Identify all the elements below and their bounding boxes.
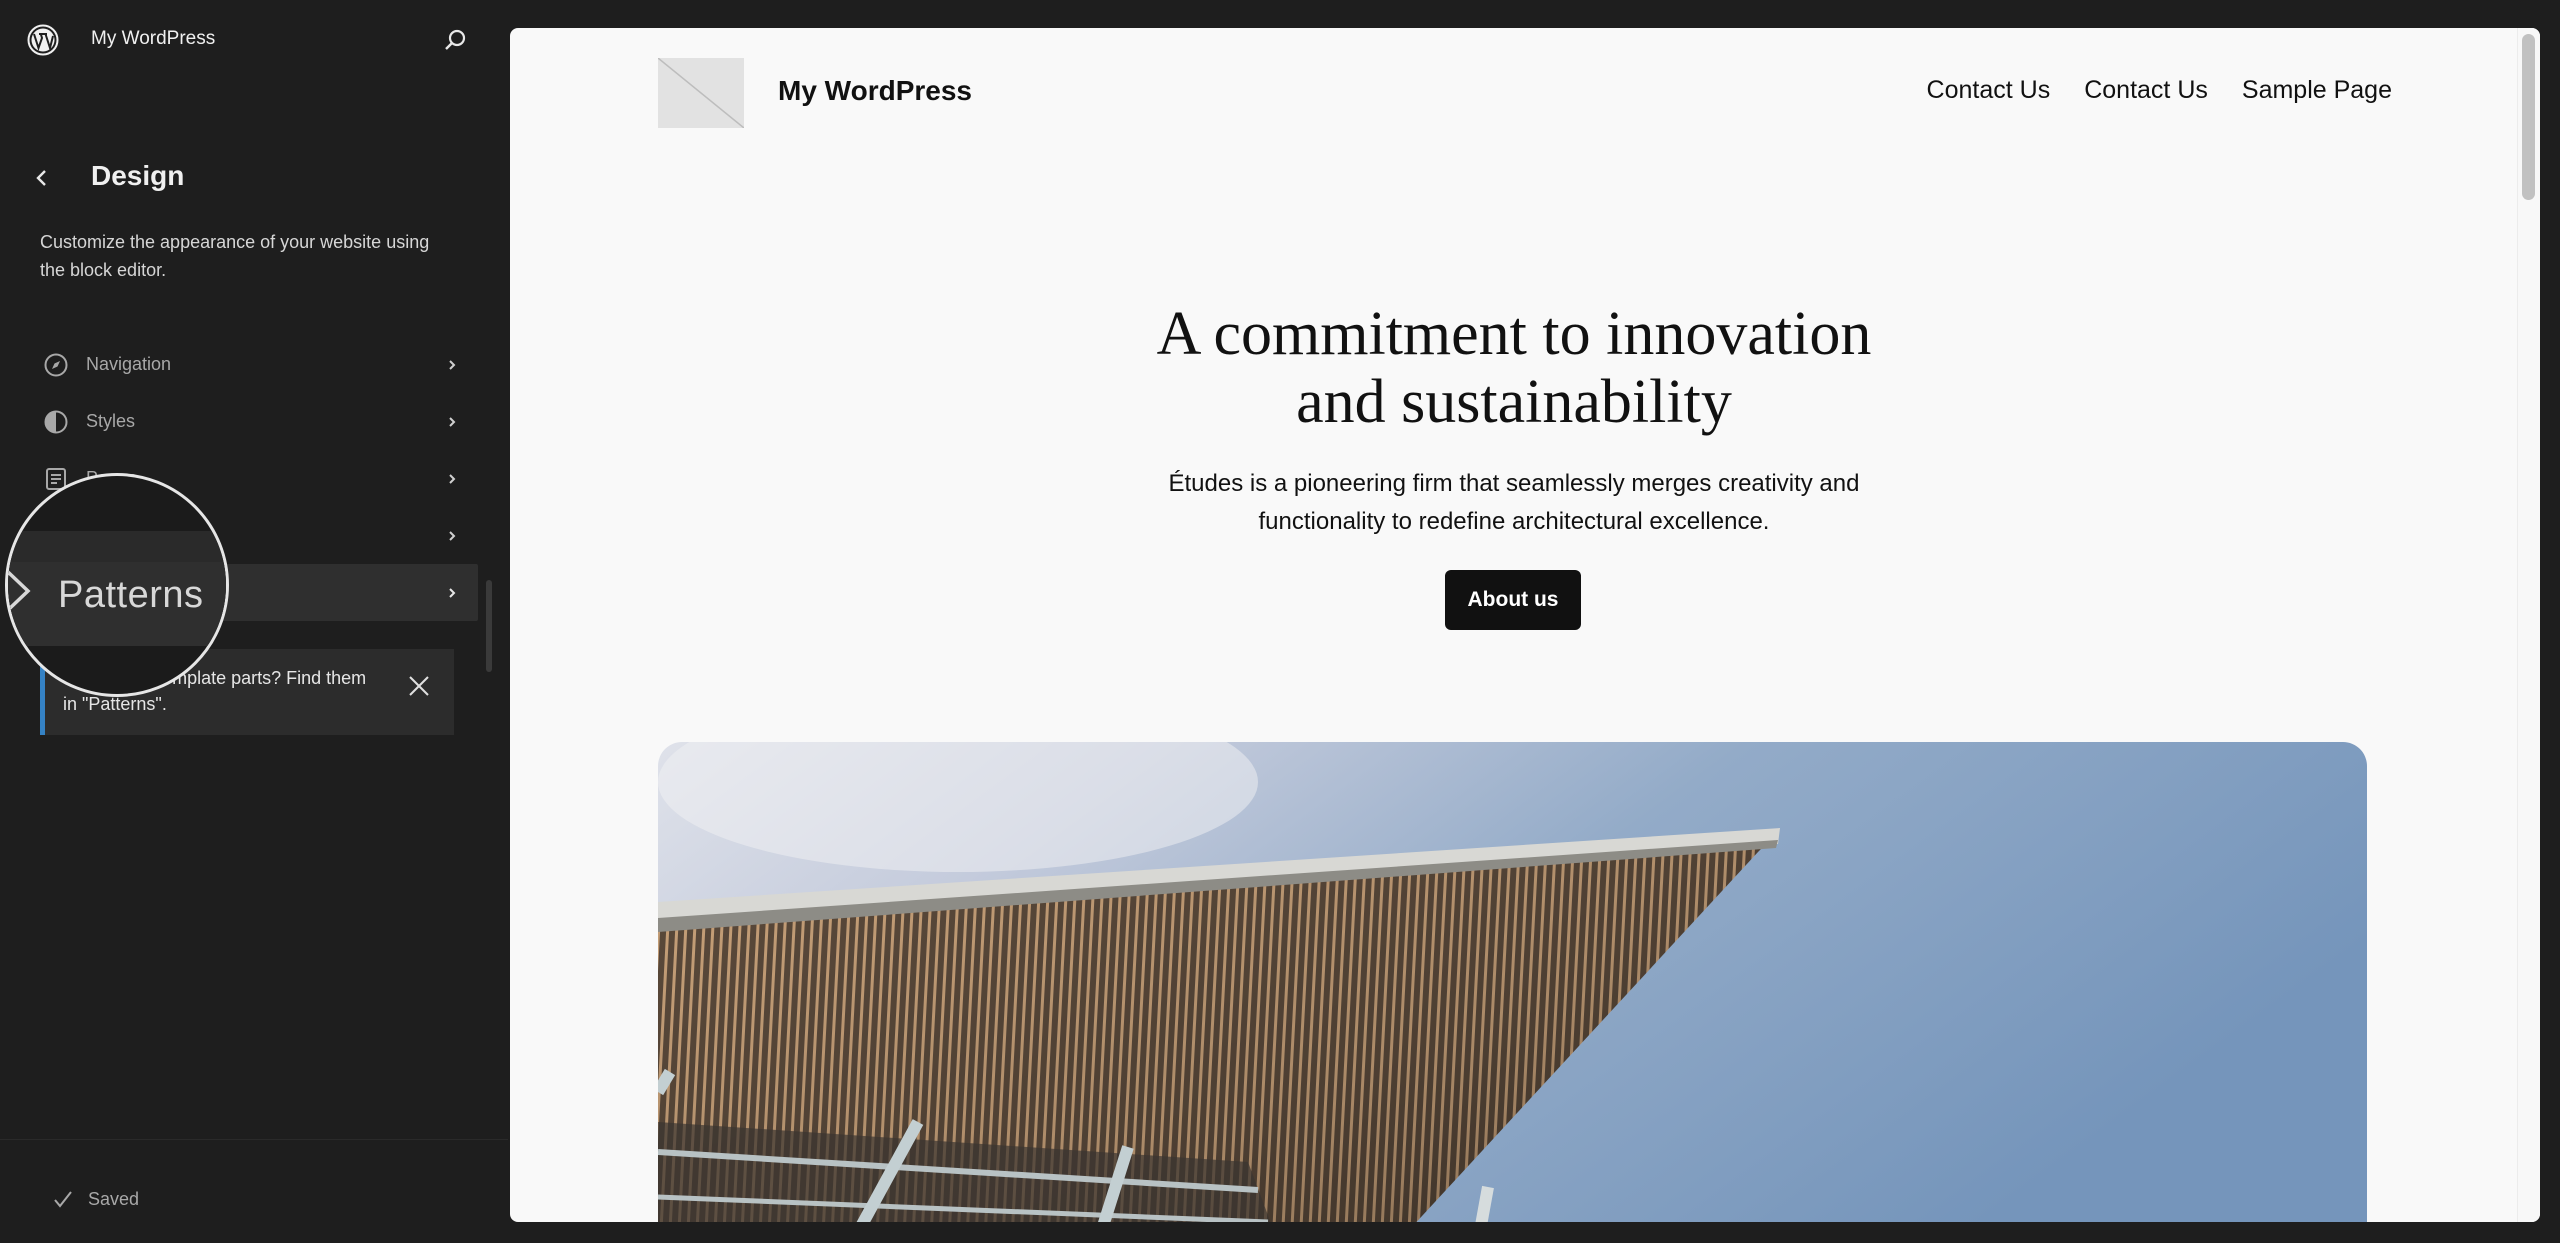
hero-paragraph-line-2: functionality to redefine architectural … <box>1258 508 1770 535</box>
sidebar-scrollbar[interactable] <box>486 580 492 672</box>
hero-building-image <box>658 742 2367 1222</box>
site-name[interactable]: My WordPress <box>91 28 215 50</box>
menu-item-label: Styles <box>86 411 136 431</box>
nav-link-contact-us[interactable]: Contact Us <box>1927 76 2051 105</box>
site-logo-placeholder[interactable] <box>658 58 744 128</box>
preview-scrollbar-thumb[interactable] <box>2522 34 2535 200</box>
placeholder-diagonal-icon <box>658 58 744 128</box>
close-icon[interactable] <box>406 673 432 699</box>
chevron-right-icon <box>449 416 456 427</box>
hero-paragraph: Études is a pioneering firm that seamles… <box>510 465 2518 541</box>
magnified-patterns-label: Patterns <box>58 574 204 616</box>
zoom-magnifier-overlay: Patterns <box>5 473 229 697</box>
site-preview-frame[interactable]: My WordPress Contact Us Contact Us Sampl… <box>510 28 2540 1222</box>
site-title[interactable]: My WordPress <box>778 75 972 107</box>
search-icon[interactable] <box>440 26 470 56</box>
sidebar-footer: Saved <box>0 1139 508 1243</box>
nav-link-sample-page[interactable]: Sample Page <box>2242 76 2392 105</box>
menu-item-styles[interactable]: Styles <box>30 393 478 450</box>
wordpress-logo-icon[interactable] <box>27 24 59 56</box>
menu-item-navigation[interactable]: Navigation <box>30 336 478 393</box>
sidebar-description: Customize the appearance of your website… <box>40 232 430 280</box>
navigation-compass-icon <box>44 353 68 376</box>
hero-heading-line-1: A commitment to innovation <box>1156 300 1872 368</box>
save-status: Saved <box>52 1188 139 1210</box>
preview-scrollbar-track[interactable] <box>2517 28 2540 1222</box>
chevron-right-icon <box>449 473 456 484</box>
chevron-right-icon <box>449 359 456 370</box>
sidebar-title: Design <box>91 160 185 191</box>
chevron-right-icon <box>449 587 456 598</box>
chevron-right-icon <box>449 530 456 541</box>
building-photo <box>658 742 2367 1222</box>
back-chevron-icon[interactable] <box>30 163 54 193</box>
save-status-label: Saved <box>88 1188 140 1209</box>
sidebar-header: My WordPress <box>0 0 510 80</box>
sidebar: My WordPress Design Customize the appear… <box>0 0 510 1242</box>
hero-heading-line-2: and sustainability <box>1296 368 1732 436</box>
menu-item-label: Navigation <box>86 354 172 374</box>
hero-paragraph-line-1: Études is a pioneering firm that seamles… <box>1168 470 1860 497</box>
about-us-button[interactable]: About us <box>1445 570 1581 630</box>
hero-heading: A commitment to innovation and sustainab… <box>510 300 2518 436</box>
checkmark-icon <box>54 1191 72 1208</box>
site-navigation: Contact Us Contact Us Sample Page <box>1927 76 2392 105</box>
nav-link-contact-us-2[interactable]: Contact Us <box>2084 76 2208 105</box>
styles-half-circle-icon <box>44 410 68 433</box>
cursor-pointer-icon <box>8 570 31 612</box>
